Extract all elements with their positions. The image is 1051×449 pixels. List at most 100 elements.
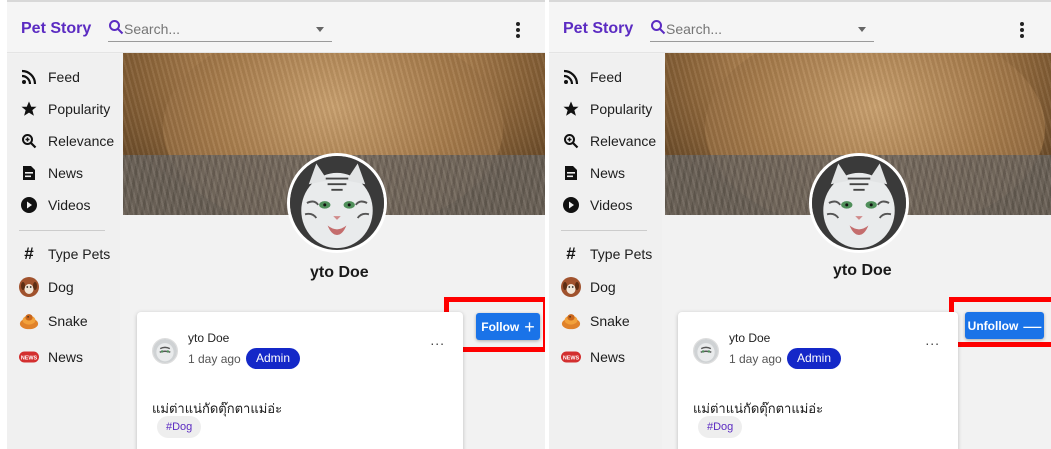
sidebar-item-news-type[interactable]: NEWS News [19, 344, 83, 370]
profile-name: yto Doe [833, 262, 892, 279]
dropdown-caret-icon[interactable] [316, 27, 324, 32]
sidebar-item-label: Dog [590, 279, 616, 295]
rss-icon [19, 67, 39, 87]
sidebar: Feed Popularity Relevance News Videos # … [549, 54, 662, 449]
more-vert-icon[interactable] [1015, 22, 1029, 40]
dog-icon [19, 277, 39, 297]
snake-icon [561, 311, 581, 331]
sidebar: Feed Popularity Relevance News Videos # … [7, 54, 120, 449]
panel-after-follow: Pet Story Feed [549, 0, 1051, 449]
sidebar-item-dog[interactable]: Dog [561, 274, 616, 300]
play-circle-icon [19, 195, 39, 215]
screenshot-stage: Pet Story Feed [0, 0, 1051, 449]
dropdown-caret-icon[interactable] [858, 27, 866, 32]
search-field[interactable] [108, 18, 332, 42]
post-card: yto Doe 1 day ago Admin ... แม่ต่าแน่กัด… [678, 312, 958, 449]
sidebar-item-videos[interactable]: Videos [561, 192, 633, 218]
sidebar-item-label: Dog [48, 279, 74, 295]
post-timestamp: 1 day ago [188, 352, 241, 366]
tiger-cat-avatar-thumb [694, 339, 718, 363]
post-author-name[interactable]: yto Doe [729, 331, 770, 345]
snake-icon [19, 311, 39, 331]
sidebar-item-feed[interactable]: Feed [561, 64, 622, 90]
sidebar-item-label: Type Pets [48, 246, 111, 262]
sidebar-item-label: Snake [48, 313, 88, 329]
star-icon [19, 99, 39, 119]
post-more-icon[interactable]: ... [430, 332, 445, 348]
unfollow-button[interactable]: Unfollow — [965, 312, 1044, 339]
search-field[interactable] [650, 18, 874, 42]
sidebar-item-label: Videos [590, 197, 633, 213]
post-card: yto Doe 1 day ago Admin ... แม่ต่าแน่กัด… [137, 312, 463, 449]
sidebar-item-label: Type Pets [590, 246, 653, 262]
sidebar-item-type-pets[interactable]: # Type Pets [561, 241, 652, 267]
sidebar-item-popularity[interactable]: Popularity [19, 96, 110, 122]
sidebar-item-label: Popularity [48, 101, 111, 117]
rss-icon [561, 67, 581, 87]
sidebar-item-label: Videos [48, 197, 91, 213]
sidebar-item-popularity[interactable]: Popularity [561, 96, 652, 122]
sidebar-item-dog[interactable]: Dog [19, 274, 74, 300]
tiger-cat-avatar-image [812, 156, 906, 250]
search-icon [109, 20, 124, 35]
article-icon [561, 163, 581, 183]
post-author-avatar[interactable] [693, 338, 719, 364]
star-icon [561, 99, 581, 119]
dog-icon [561, 277, 581, 297]
sidebar-divider [19, 230, 105, 231]
play-circle-icon [561, 195, 581, 215]
sidebar-item-label: Popularity [590, 101, 653, 117]
more-vert-icon[interactable] [511, 22, 525, 40]
app-bar: Pet Story [7, 0, 545, 53]
admin-badge: Admin [246, 348, 301, 369]
profile-avatar[interactable] [809, 153, 909, 253]
post-author-name[interactable]: yto Doe [188, 331, 229, 345]
button-label: Follow [481, 319, 520, 334]
button-label: Unfollow [967, 318, 1019, 333]
app-bar: Pet Story [549, 0, 1051, 53]
sidebar-item-label: Feed [590, 69, 622, 85]
sidebar-item-relevance[interactable]: Relevance [561, 128, 656, 154]
sidebar-item-label: Feed [48, 69, 80, 85]
hashtag-icon: # [24, 244, 34, 263]
sidebar-item-news-type[interactable]: NEWS News [561, 344, 625, 370]
search-input[interactable] [124, 18, 309, 40]
sidebar-item-label: News [590, 165, 626, 181]
sidebar-item-label: Snake [590, 313, 630, 329]
sidebar-item-feed[interactable]: Feed [19, 64, 80, 90]
sidebar-item-label: News [590, 349, 626, 365]
zoom-in-icon [561, 131, 581, 151]
sidebar-item-type-pets[interactable]: # Type Pets [19, 241, 110, 267]
sidebar-item-snake[interactable]: Snake [561, 308, 630, 334]
follow-button[interactable]: Follow + [476, 313, 540, 340]
zoom-in-icon [19, 131, 39, 151]
post-tag-chip[interactable]: #Dog [698, 416, 743, 438]
news-badge-icon: NEWS [19, 347, 39, 367]
profile-avatar[interactable] [287, 153, 387, 253]
sidebar-item-snake[interactable]: Snake [19, 308, 88, 334]
post-author-avatar[interactable] [152, 338, 178, 364]
sidebar-item-news[interactable]: News [19, 160, 83, 186]
brand-title[interactable]: Pet Story [563, 20, 633, 38]
sidebar-item-label: News [48, 349, 84, 365]
sidebar-divider [561, 230, 647, 231]
brand-title[interactable]: Pet Story [21, 20, 91, 38]
profile-name: yto Doe [310, 264, 369, 281]
post-more-icon[interactable]: ... [925, 332, 940, 348]
minus-icon: — [1023, 315, 1042, 336]
hashtag-icon: # [566, 244, 576, 263]
panel-before-follow: Pet Story Feed [7, 0, 545, 449]
search-input[interactable] [666, 18, 851, 40]
tiger-cat-avatar-image [290, 156, 384, 250]
post-tag-chip[interactable]: #Dog [157, 416, 202, 438]
sidebar-item-label: Relevance [590, 133, 657, 149]
sidebar-item-label: News [48, 165, 84, 181]
sidebar-item-relevance[interactable]: Relevance [19, 128, 114, 154]
search-icon [651, 20, 666, 35]
sidebar-item-news[interactable]: News [561, 160, 625, 186]
sidebar-item-label: Relevance [48, 133, 115, 149]
plus-icon: + [524, 316, 535, 337]
sidebar-item-videos[interactable]: Videos [19, 192, 91, 218]
post-timestamp: 1 day ago [729, 352, 782, 366]
article-icon [19, 163, 39, 183]
